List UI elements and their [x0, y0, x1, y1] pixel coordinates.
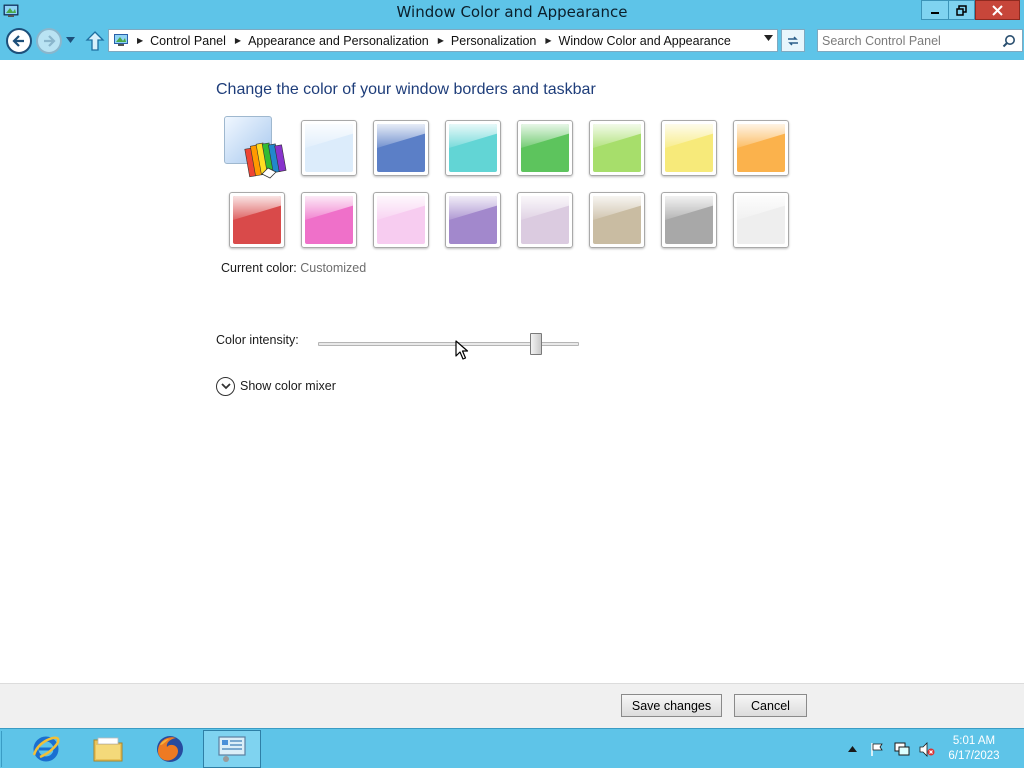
page-title: Change the color of your window borders …	[216, 81, 596, 98]
minimize-button[interactable]	[921, 0, 948, 20]
title-bar: Window Color and Appearance	[0, 0, 1024, 24]
breadcrumb-separator-icon[interactable]: ▶	[137, 36, 143, 45]
current-color-value: Customized	[300, 261, 367, 275]
taskbar-clock[interactable]: 5:01 AM 6/17/2023	[937, 734, 1011, 764]
color-swatch-blush[interactable]	[373, 192, 429, 248]
search-input[interactable]	[822, 32, 997, 49]
taskbar-edge	[1, 731, 2, 767]
taskbar: 5:01 AM 6/17/2023	[0, 728, 1024, 768]
close-button[interactable]	[975, 0, 1020, 20]
color-swatch-lavender[interactable]	[517, 192, 573, 248]
search-icon[interactable]	[1002, 34, 1016, 48]
taskbar-firefox[interactable]	[141, 730, 199, 768]
breadcrumb-appearance-and-personalization[interactable]: Appearance and Personalization	[248, 34, 429, 48]
color-swatch-sea[interactable]	[445, 120, 501, 176]
color-swatch-twilight[interactable]	[373, 120, 429, 176]
save-changes-button[interactable]: Save changes	[621, 694, 722, 717]
current-color-label: Current color:	[221, 261, 297, 275]
breadcrumb-separator-icon[interactable]: ▶	[438, 36, 444, 45]
color-swatch-lime[interactable]	[589, 120, 645, 176]
breadcrumb-separator-icon[interactable]: ▶	[235, 36, 241, 45]
clock-time: 5:01 AM	[952, 735, 996, 747]
color-swatch-violet[interactable]	[445, 192, 501, 248]
chevron-down-icon	[764, 35, 773, 41]
color-swatch-ruby[interactable]	[229, 192, 285, 248]
file-explorer-icon	[93, 737, 123, 762]
control-panel-icon	[114, 34, 128, 46]
up-button[interactable]	[85, 30, 105, 52]
up-arrow-icon	[85, 31, 105, 51]
color-swatch-leaf[interactable]	[517, 120, 573, 176]
color-intensity-slider-thumb[interactable]	[530, 333, 542, 355]
expand-chevron-icon	[216, 376, 235, 396]
color-palette-icon	[244, 142, 287, 179]
back-button[interactable]	[6, 28, 32, 54]
color-swatch-taupe[interactable]	[589, 192, 645, 248]
address-history-dropdown[interactable]	[764, 34, 773, 44]
chevron-up-icon	[847, 746, 857, 752]
taskbar-control-panel[interactable]	[203, 730, 261, 768]
refresh-icon	[788, 35, 798, 46]
breadcrumb-separator-icon[interactable]: ▶	[545, 36, 551, 45]
volume-muted-icon	[919, 741, 935, 757]
minimize-icon	[931, 12, 939, 14]
firefox-icon	[157, 736, 183, 762]
system-tray	[843, 729, 943, 768]
show-color-mixer-toggle[interactable]: Show color mixer	[216, 376, 336, 396]
color-swatch-lemon[interactable]	[661, 120, 717, 176]
search-box[interactable]	[817, 29, 1023, 52]
color-swatch-custom[interactable]	[224, 116, 290, 180]
network-tray-button[interactable]	[893, 740, 911, 758]
cancel-button[interactable]: Cancel	[734, 694, 807, 717]
color-swatch-frost[interactable]	[733, 192, 789, 248]
breadcrumb: ▶ Control Panel ▶ Appearance and Persona…	[133, 30, 731, 51]
forward-button[interactable]	[36, 28, 62, 54]
breadcrumb-personalization[interactable]: Personalization	[451, 34, 536, 48]
clock-date: 6/17/2023	[948, 750, 1000, 762]
action-center-tray-button[interactable]	[868, 740, 886, 758]
recent-pages-dropdown[interactable]	[66, 36, 76, 46]
window-title: Window Color and Appearance	[396, 3, 628, 21]
back-arrow-icon	[12, 35, 24, 47]
close-icon	[992, 4, 1003, 16]
navigation-bar: ▶ Control Panel ▶ Appearance and Persona…	[0, 24, 1024, 60]
taskbar-internet-explorer[interactable]	[17, 730, 75, 768]
mouse-cursor-icon	[455, 340, 469, 360]
network-icon	[894, 742, 910, 755]
color-swatch-chocolate[interactable]	[661, 192, 717, 248]
forward-arrow-icon	[44, 35, 56, 47]
color-swatch-pumpkin[interactable]	[733, 120, 789, 176]
address-bar[interactable]: ▶ Control Panel ▶ Appearance and Persona…	[108, 29, 778, 52]
refresh-button[interactable]	[781, 29, 805, 52]
color-swatch-fuchsia[interactable]	[301, 192, 357, 248]
chevron-down-icon	[66, 37, 75, 43]
color-swatch-sky[interactable]	[301, 120, 357, 176]
control-panel-icon	[218, 736, 246, 762]
show-hidden-icons-button[interactable]	[843, 740, 861, 758]
breadcrumb-control-panel[interactable]: Control Panel	[150, 34, 226, 48]
restore-button[interactable]	[948, 0, 975, 20]
footer-bar	[0, 683, 1024, 728]
current-color-text: Current color: Customized	[221, 261, 366, 275]
volume-tray-button[interactable]	[918, 740, 936, 758]
taskbar-file-explorer[interactable]	[79, 730, 137, 768]
breadcrumb-window-color-and-appearance[interactable]: Window Color and Appearance	[559, 34, 731, 48]
color-intensity-label: Color intensity:	[216, 333, 299, 347]
show-color-mixer-label: Show color mixer	[240, 379, 336, 393]
internet-explorer-icon	[32, 736, 60, 762]
restore-icon	[956, 4, 967, 16]
flag-icon	[871, 742, 883, 756]
